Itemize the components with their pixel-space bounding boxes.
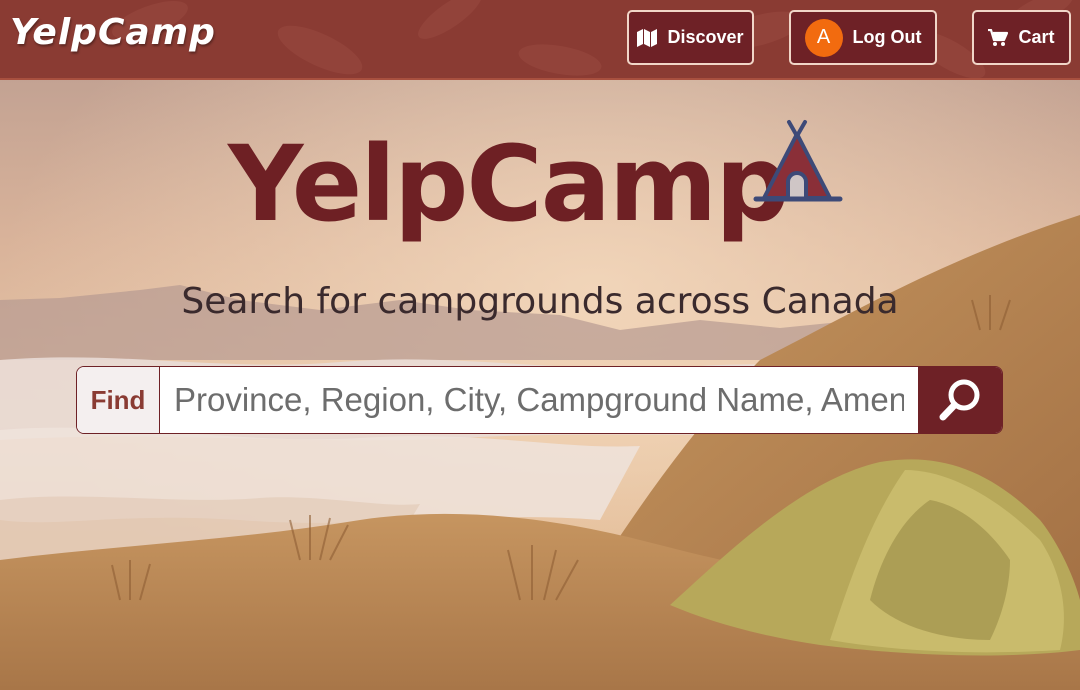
page: YelpCamp Discover A Log Out Cart YelpCam…	[0, 0, 1080, 690]
search-bar: Find	[76, 366, 1003, 434]
tent-icon	[753, 120, 843, 202]
search-icon	[937, 377, 983, 423]
search-input[interactable]	[160, 367, 918, 433]
logout-button[interactable]: A Log Out	[789, 10, 937, 65]
cart-label: Cart	[1018, 27, 1055, 47]
brand-logo[interactable]: YelpCamp	[10, 12, 216, 53]
discover-button[interactable]: Discover	[627, 10, 754, 65]
discover-label: Discover	[667, 27, 744, 47]
cart-button[interactable]: Cart	[972, 10, 1071, 65]
hero-subtitle: Search for campgrounds across Canada	[181, 281, 899, 322]
user-avatar: A	[804, 18, 843, 57]
search-button[interactable]	[918, 367, 1002, 433]
map-icon	[637, 28, 658, 47]
logout-label: Log Out	[852, 27, 922, 47]
hero-title: YelpCamp	[228, 123, 790, 245]
background-landscape-image	[0, 0, 1080, 690]
search-label: Find	[77, 367, 160, 433]
cart-icon	[988, 28, 1009, 47]
navbar: YelpCamp Discover A Log Out Cart	[0, 0, 1080, 80]
